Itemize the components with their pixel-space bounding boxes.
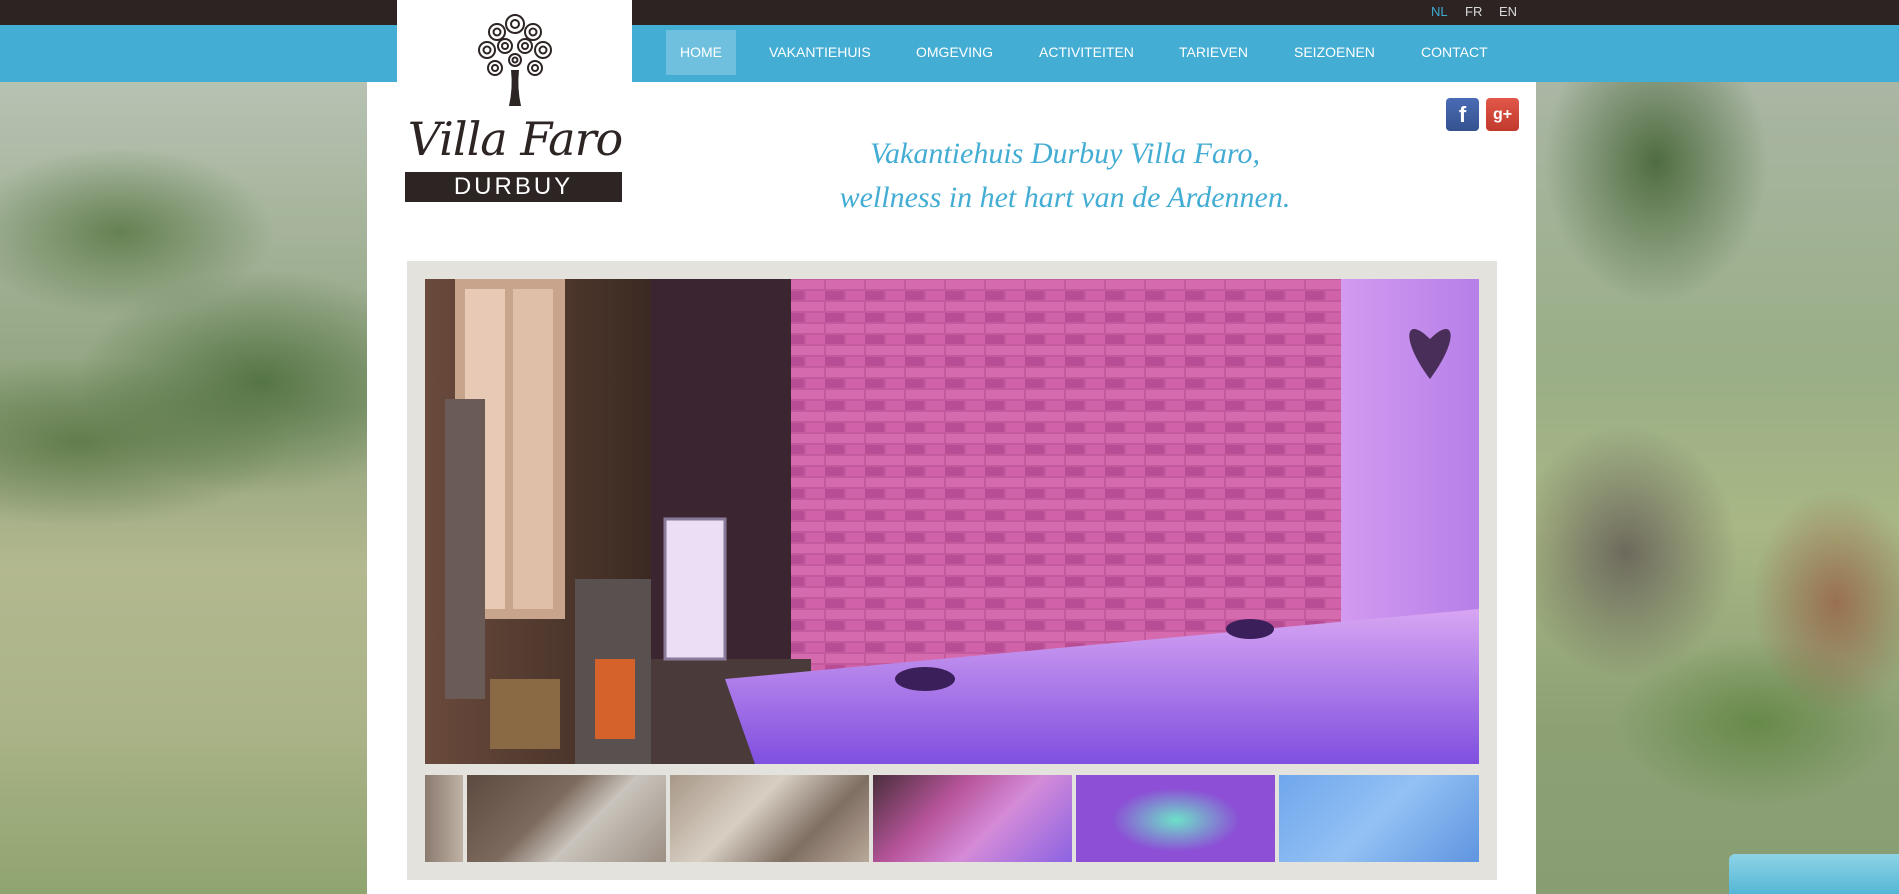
background-landscape-left [0,82,367,894]
thumbnail-sauna[interactable] [1279,775,1479,862]
slider-thumbnails [425,775,1479,862]
thumbnail-indoor-pool[interactable] [1076,775,1275,862]
nav-item-contact[interactable]: CONTACT [1407,30,1502,75]
tagline: Vakantiehuis Durbuy Villa Faro, wellness… [700,132,1430,220]
nav-item-omgeving[interactable]: OMGEVING [902,30,1007,75]
nav-item-home[interactable]: HOME [666,30,736,75]
main-navigation: HOME VAKANTIEHUIS OMGEVING ACTIVITEITEN … [0,25,1899,82]
google-plus-icon[interactable]: g+ [1486,98,1519,131]
facebook-icon[interactable]: f [1446,98,1479,131]
thumbnail-hot-tub[interactable] [873,775,1072,862]
site-logo[interactable]: Villa Faro DURBUY [397,0,632,210]
thumbnail-partial[interactable] [425,775,463,862]
nav-item-seizoenen[interactable]: SEIZOENEN [1280,30,1389,75]
logo-place: DURBUY [405,172,622,202]
nav-item-vakantiehuis[interactable]: VAKANTIEHUIS [755,30,885,75]
thumbnail-kitchen[interactable] [467,775,666,862]
background-landscape-right [1536,82,1899,894]
thumbnail-dining-room[interactable] [670,775,869,862]
tree-icon [478,14,552,106]
language-fr-link[interactable]: FR [1465,4,1482,19]
background-pool [1729,854,1899,894]
tagline-line-1: Vakantiehuis Durbuy Villa Faro, [870,137,1260,170]
nav-item-activiteiten[interactable]: ACTIVITEITEN [1025,30,1148,75]
tagline-line-2: wellness in het hart van de Ardennen. [839,181,1291,214]
language-nl-link[interactable]: NL [1431,4,1448,19]
logo-name: Villa Faro [407,112,624,166]
language-en-link[interactable]: EN [1499,4,1517,19]
top-bar: NL FR EN [0,0,1899,25]
hot-tub-photo [425,279,1479,764]
nav-item-tarieven[interactable]: TARIEVEN [1165,30,1262,75]
slider-main-image[interactable] [425,279,1479,764]
